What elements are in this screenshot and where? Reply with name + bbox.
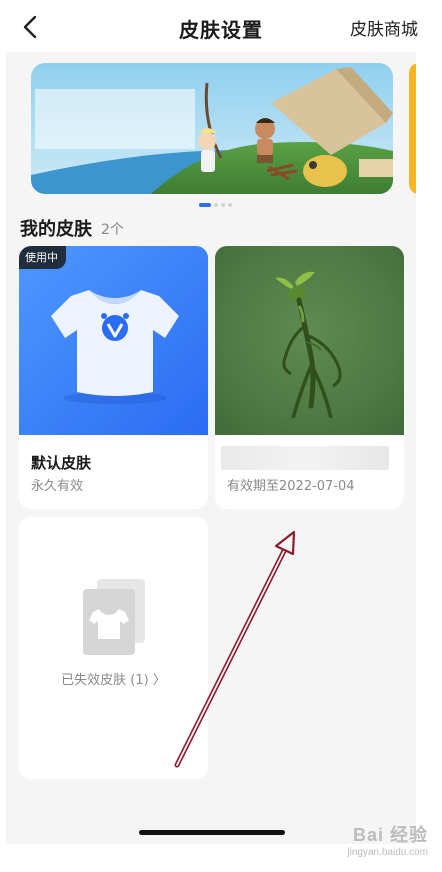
next-banner-peek[interactable] [409,63,416,194]
tshirt-icon [51,290,179,404]
baidu-watermark: Bai 经验 jingyan.baidu.com [347,821,428,858]
my-skins-title: 我的皮肤 [20,219,92,240]
page-dot [221,203,225,207]
home-indicator[interactable] [139,830,285,835]
expired-skins-card[interactable]: 已失效皮肤 (1) 〉 [19,517,208,779]
skin-validity: 永久有效 [31,479,84,494]
content-area: 我的皮肤 2个 使用中 默认皮肤 永久有效 有效期至2022-07-04 已失效… [6,52,416,844]
skin-name: 默认皮肤 [31,454,92,472]
page-dot [228,203,232,207]
redacted-skin-name [221,446,389,470]
page-dot [214,203,218,207]
skin-validity: 有效期至2022-07-04 [227,479,355,494]
watermark-sub: jingyan.baidu.com [347,847,428,858]
page-dot-active [199,203,211,207]
watermark-main: Bai 经验 [352,825,428,845]
top-bar: 皮肤设置 皮肤商城 [0,0,442,52]
banner-illustration [31,63,393,194]
skin-card-custom[interactable]: 有效期至2022-07-04 [215,246,404,509]
skin-store-link[interactable]: 皮肤商城 [350,15,418,40]
skin-card-default[interactable]: 使用中 默认皮肤 永久有效 [19,246,208,509]
tshirt-stack-icon [83,579,145,655]
my-skins-count: 2个 [101,222,124,238]
promo-banner[interactable] [31,63,393,194]
in-use-badge: 使用中 [19,246,66,269]
skin-thumbnail [215,246,404,435]
expired-skins-link[interactable]: 已失效皮肤 (1) 〉 [19,669,208,688]
skin-thumbnail [19,246,208,435]
stick-creature-illustration [275,271,342,419]
